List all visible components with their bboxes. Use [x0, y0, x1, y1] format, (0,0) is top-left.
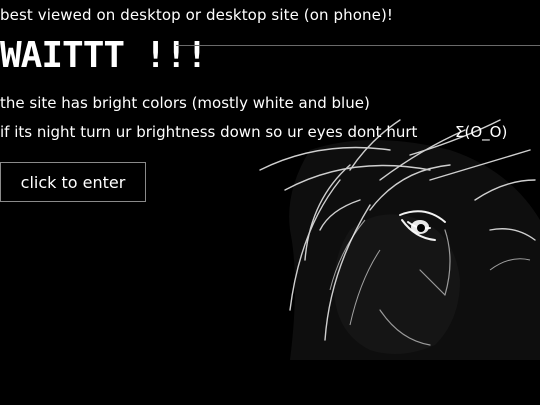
brightness-warning-line-1: the site has bright colors (mostly white…	[0, 94, 370, 112]
anime-character-art	[259, 119, 540, 360]
enter-site-button[interactable]: click to enter	[0, 162, 146, 202]
brightness-warning-line-2: if its night turn ur brightness down so …	[0, 123, 418, 141]
device-notice: best viewed on desktop or desktop site (…	[0, 6, 394, 24]
heading-divider	[176, 45, 540, 46]
emoticon: Σ(O_O)	[455, 123, 508, 141]
page-heading: WAITTT !!!	[0, 35, 208, 76]
warning-page: best viewed on desktop or desktop site (…	[0, 0, 540, 405]
